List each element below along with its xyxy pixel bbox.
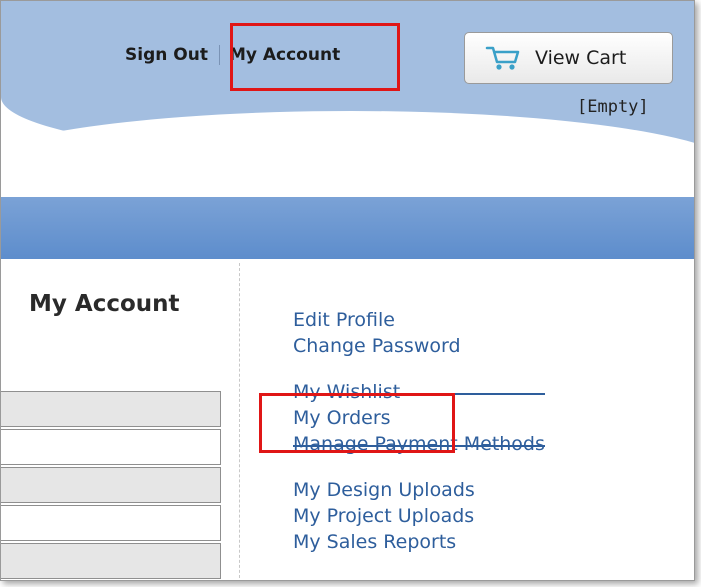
edit-profile-link[interactable]: Edit Profile — [293, 307, 545, 333]
manage-payment-methods-link[interactable]: Manage Payment Methods — [293, 431, 545, 457]
sidebar-row[interactable] — [1, 391, 221, 427]
menu-group-orders: My Wishlist My Orders Manage Payment Met… — [293, 379, 545, 457]
site-header: Sign Out My Account View Cart [Empty] — [1, 1, 694, 221]
account-links: Sign Out My Account — [125, 45, 340, 65]
menu-group-uploads: My Design Uploads My Project Uploads My … — [293, 477, 545, 555]
sidebar-row[interactable] — [1, 543, 221, 579]
shopping-cart-icon — [485, 46, 520, 70]
my-wishlist-link[interactable]: My Wishlist — [293, 379, 545, 405]
my-design-uploads-link[interactable]: My Design Uploads — [293, 477, 545, 503]
my-account-link[interactable]: My Account — [229, 45, 340, 65]
cart-status: [Empty] — [577, 97, 649, 117]
sidebar-title: My Account — [29, 291, 180, 317]
view-cart-button[interactable]: View Cart — [464, 32, 673, 84]
column-divider — [239, 263, 240, 580]
change-password-link[interactable]: Change Password — [293, 333, 545, 359]
my-orders-link[interactable]: My Orders — [293, 405, 545, 431]
my-project-uploads-link[interactable]: My Project Uploads — [293, 503, 545, 529]
sidebar-row[interactable] — [1, 505, 221, 541]
sidebar-row[interactable] — [1, 467, 221, 503]
view-cart-label: View Cart — [535, 47, 627, 69]
link-separator — [218, 45, 220, 65]
navigation-bar — [1, 197, 694, 259]
account-menu: Edit Profile Change Password My Wishlist… — [293, 307, 545, 575]
sidebar-row[interactable] — [1, 429, 221, 465]
sidebar-list — [1, 391, 221, 580]
my-sales-reports-link[interactable]: My Sales Reports — [293, 529, 545, 555]
page-frame: Sign Out My Account View Cart [Empty] My… — [0, 0, 695, 581]
menu-group-profile: Edit Profile Change Password — [293, 307, 545, 359]
sign-out-link[interactable]: Sign Out — [125, 45, 208, 65]
